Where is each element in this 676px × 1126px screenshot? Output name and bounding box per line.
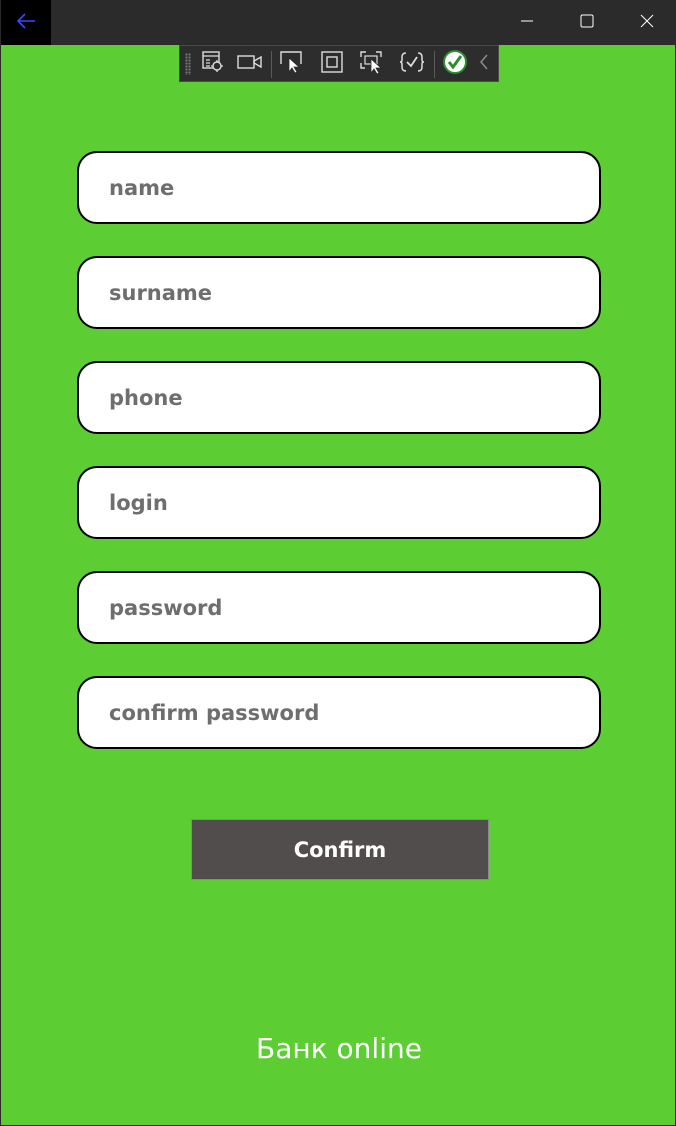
hot-reload-status-button[interactable] [441,49,469,79]
maximize-button[interactable] [557,0,617,45]
display-layout-adorners-icon [320,50,344,78]
select-element-icon [279,50,305,78]
hot-reload-ok-icon [442,49,468,79]
name-field[interactable] [77,151,601,224]
toolbar-separator [434,51,435,78]
binding-failures-icon [399,50,425,78]
display-layout-adorners-button[interactable] [318,51,346,77]
toolbar-separator [271,51,272,78]
confirm-button[interactable]: Confirm [191,819,489,880]
collapse-toolbar-button[interactable] [474,51,494,77]
surname-field[interactable] [77,256,601,329]
live-visual-tree-button[interactable] [199,51,227,77]
toolbar-grip[interactable] [185,53,191,75]
minimize-icon [520,13,534,32]
close-icon [640,13,654,32]
binding-failures-button[interactable] [398,51,426,77]
select-element-button[interactable] [278,51,306,77]
phone-field[interactable] [77,361,601,434]
title-bar [1,0,676,45]
track-focus-button[interactable] [358,51,386,77]
maximize-icon [580,13,594,32]
back-button[interactable] [1,0,51,45]
back-arrow-icon [16,12,36,33]
record-video-button[interactable] [236,51,264,77]
record-video-icon [237,52,263,76]
password-field[interactable] [77,571,601,644]
app-title: Банк online [256,1032,422,1065]
confirm-password-field[interactable] [77,676,601,749]
login-field[interactable] [77,466,601,539]
close-button[interactable] [617,0,676,45]
xaml-debug-toolbar [179,45,499,82]
minimize-button[interactable] [497,0,557,45]
collapse-chevron-icon [478,53,490,75]
track-focus-icon [359,50,385,78]
live-visual-tree-icon [201,50,225,78]
app-window: Confirm Банк online [0,0,676,1126]
